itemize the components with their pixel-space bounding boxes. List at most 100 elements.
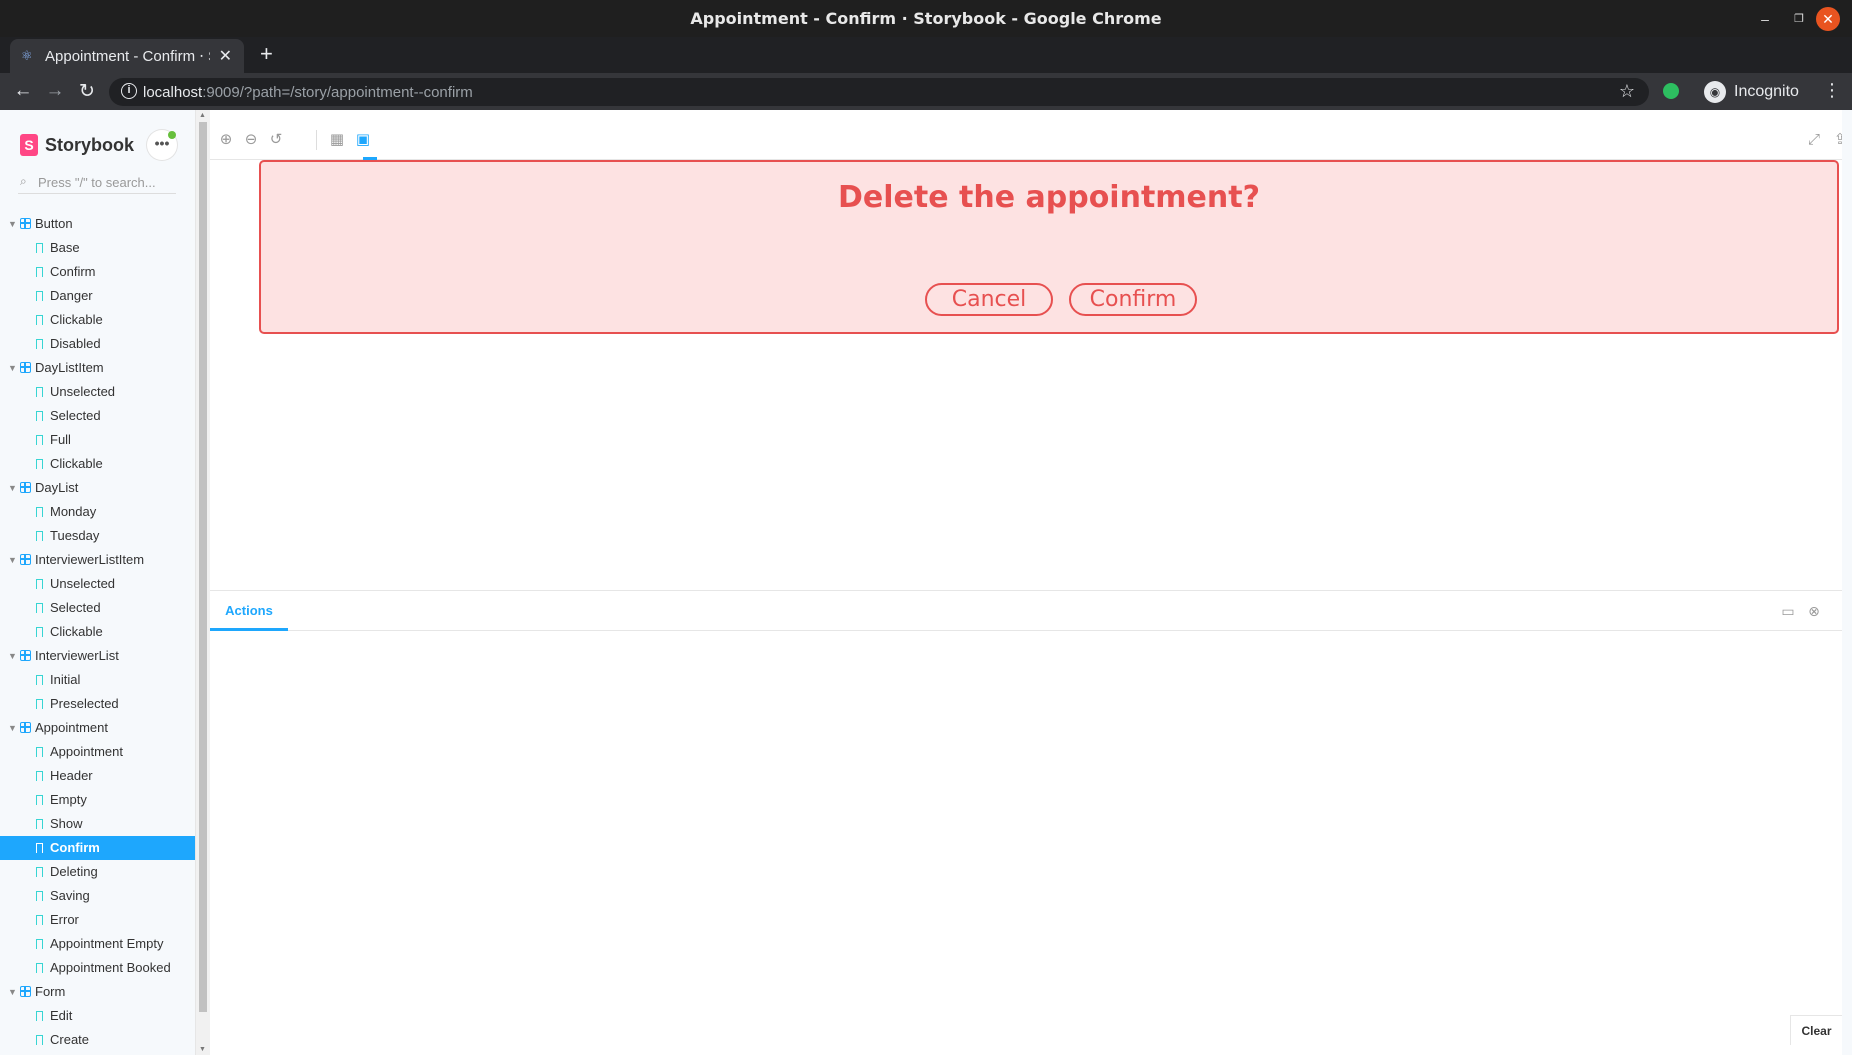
caret-down-icon[interactable]: ▼ [8, 716, 17, 740]
zoom-in-icon[interactable]: ⊕ [216, 130, 236, 150]
sidebar-group-appointment[interactable]: ▼ Appointment [0, 716, 195, 740]
caret-down-icon[interactable]: ▼ [8, 212, 17, 236]
sidebar-group-button[interactable]: ▼ Button [0, 212, 195, 236]
sidebar-item-label: Selected [50, 408, 101, 423]
component-icon [20, 362, 31, 373]
cancel-button[interactable]: Cancel [925, 283, 1053, 316]
sidebar-item-appointment-empty[interactable]: Appointment Empty [0, 932, 195, 956]
site-info-icon[interactable]: i [121, 83, 137, 99]
browser-tab[interactable]: ⚛ Appointment - Confirm ⋅ Storybook ✕ [10, 39, 244, 73]
tab-actions[interactable]: Actions [210, 591, 288, 631]
caret-down-icon[interactable]: ▼ [8, 356, 17, 380]
panel-orientation-icon[interactable]: ▭ [1778, 601, 1798, 621]
react-icon: ⚛ [21, 48, 33, 63]
sidebar-item-base[interactable]: Base [0, 236, 195, 260]
sidebar-group-daylistitem[interactable]: ▼ DayListItem [0, 356, 195, 380]
component-icon [20, 218, 31, 229]
profile-label: Incognito [1734, 83, 1799, 100]
tab-close-icon[interactable]: ✕ [219, 46, 232, 66]
sidebar-group-daylist[interactable]: ▼ DayList [0, 476, 195, 500]
search-input[interactable] [38, 172, 174, 192]
caret-down-icon[interactable]: ▼ [8, 548, 17, 572]
caret-down-icon[interactable]: ▼ [8, 980, 17, 1004]
bookmark-star-icon[interactable]: ☆ [1619, 81, 1635, 102]
sidebar-group-form[interactable]: ▼ Form [0, 980, 195, 1004]
sidebar-item-label: Error [50, 912, 79, 927]
component-icon [20, 722, 31, 733]
zoom-out-icon[interactable]: ⊖ [241, 130, 261, 150]
sidebar-item-confirm[interactable]: Confirm [0, 836, 195, 860]
grid-icon[interactable]: ▦ [327, 130, 347, 150]
url-text[interactable]: localhost:9009/?path=/story/appointment-… [143, 84, 473, 101]
background-image-icon[interactable]: ▣ [353, 130, 373, 150]
sidebar-item-selected[interactable]: Selected [0, 596, 195, 620]
back-icon[interactable]: ← [11, 80, 35, 102]
sidebar-item-label: DayList [35, 480, 79, 495]
scroll-down-icon[interactable]: ▼ [199, 1046, 206, 1053]
sidebar-item-appointment[interactable]: Appointment [0, 740, 195, 764]
sidebar-scrollbar[interactable]: ▲ ▼ [196, 110, 210, 1055]
sidebar-item-label: Tuesday [50, 528, 100, 543]
reload-icon[interactable]: ↻ [75, 80, 99, 103]
sidebar-item-confirm[interactable]: Confirm [0, 260, 195, 284]
sidebar-item-unselected[interactable]: Unselected [0, 572, 195, 596]
sidebar-group-interviewerlistitem[interactable]: ▼ InterviewerListItem [0, 548, 195, 572]
sidebar-item-clickable[interactable]: Clickable [0, 452, 195, 476]
url-path: :9009/?path=/story/appointment--confirm [202, 84, 473, 101]
maximize-icon[interactable]: ❐ [1786, 6, 1812, 32]
close-panel-icon[interactable]: ⊗ [1804, 601, 1824, 621]
caret-down-icon[interactable]: ▼ [8, 476, 17, 500]
scrollbar-thumb[interactable] [199, 122, 207, 1012]
clear-button[interactable]: Clear [1790, 1015, 1842, 1045]
sidebar-item-header[interactable]: Header [0, 764, 195, 788]
new-tab-button[interactable]: + [260, 41, 273, 67]
sidebar-item-unselected[interactable]: Unselected [0, 380, 195, 404]
sidebar-item-label: Form [35, 984, 66, 999]
ellipsis-icon: ••• [154, 135, 170, 151]
sidebar-item-danger[interactable]: Danger [0, 284, 195, 308]
sidebar-menu-button[interactable]: ••• [147, 130, 177, 160]
sidebar-item-edit[interactable]: Edit [0, 1004, 195, 1028]
preview-toolbar: ⊕ ⊖ ↺ ▦ ▣ ⤢ ⇪ [210, 120, 1846, 160]
frame-edge [1842, 110, 1852, 1055]
minimize-icon[interactable]: – [1752, 6, 1778, 32]
sidebar-item-tuesday[interactable]: Tuesday [0, 524, 195, 548]
bookmark-icon [36, 747, 43, 757]
sidebar-item-selected[interactable]: Selected [0, 404, 195, 428]
sidebar-item-label: Appointment Booked [50, 960, 171, 975]
sidebar-item-create[interactable]: Create [0, 1028, 195, 1052]
address-bar[interactable]: i localhost:9009/?path=/story/appointmen… [109, 78, 1649, 106]
caret-down-icon[interactable]: ▼ [8, 644, 17, 668]
sidebar-item-appointment-booked[interactable]: Appointment Booked [0, 956, 195, 980]
sidebar-item-monday[interactable]: Monday [0, 500, 195, 524]
sidebar-item-saving[interactable]: Saving [0, 884, 195, 908]
sidebar-group-interviewerlist[interactable]: ▼ InterviewerList [0, 644, 195, 668]
close-window-icon[interactable]: ✕ [1816, 7, 1840, 31]
evernote-extension-icon[interactable] [1663, 83, 1679, 99]
sidebar-item-clickable[interactable]: Clickable [0, 620, 195, 644]
sidebar-item-clickable[interactable]: Clickable [0, 308, 195, 332]
storybook-brand[interactable]: S Storybook [20, 134, 134, 156]
sidebar-item-empty[interactable]: Empty [0, 788, 195, 812]
confirm-button[interactable]: Confirm [1069, 283, 1197, 316]
sidebar-item-show[interactable]: Show [0, 812, 195, 836]
sidebar-item-full[interactable]: Full [0, 428, 195, 452]
sidebar-item-initial[interactable]: Initial [0, 668, 195, 692]
sidebar-item-label: Show [50, 816, 83, 831]
bookmark-icon [36, 531, 43, 541]
bookmark-icon [36, 843, 43, 853]
profile-button[interactable]: ◉ Incognito [1704, 79, 1799, 105]
fullscreen-icon[interactable]: ⤢ [1804, 130, 1824, 150]
sidebar-item-label: InterviewerList [35, 648, 119, 663]
sidebar-item-deleting[interactable]: Deleting [0, 860, 195, 884]
forward-icon[interactable]: → [43, 80, 67, 102]
zoom-reset-icon[interactable]: ↺ [266, 130, 286, 150]
scroll-up-icon[interactable]: ▲ [199, 112, 206, 119]
sidebar-item-disabled[interactable]: Disabled [0, 332, 195, 356]
sidebar-item-preselected[interactable]: Preselected [0, 692, 195, 716]
bookmark-icon [36, 819, 43, 829]
chrome-menu-icon[interactable]: ⋮ [1823, 80, 1841, 101]
sidebar-item-error[interactable]: Error [0, 908, 195, 932]
bookmark-icon [36, 963, 43, 973]
addons-panel: Actions ▭ ⊗ Clear [210, 590, 1842, 1045]
